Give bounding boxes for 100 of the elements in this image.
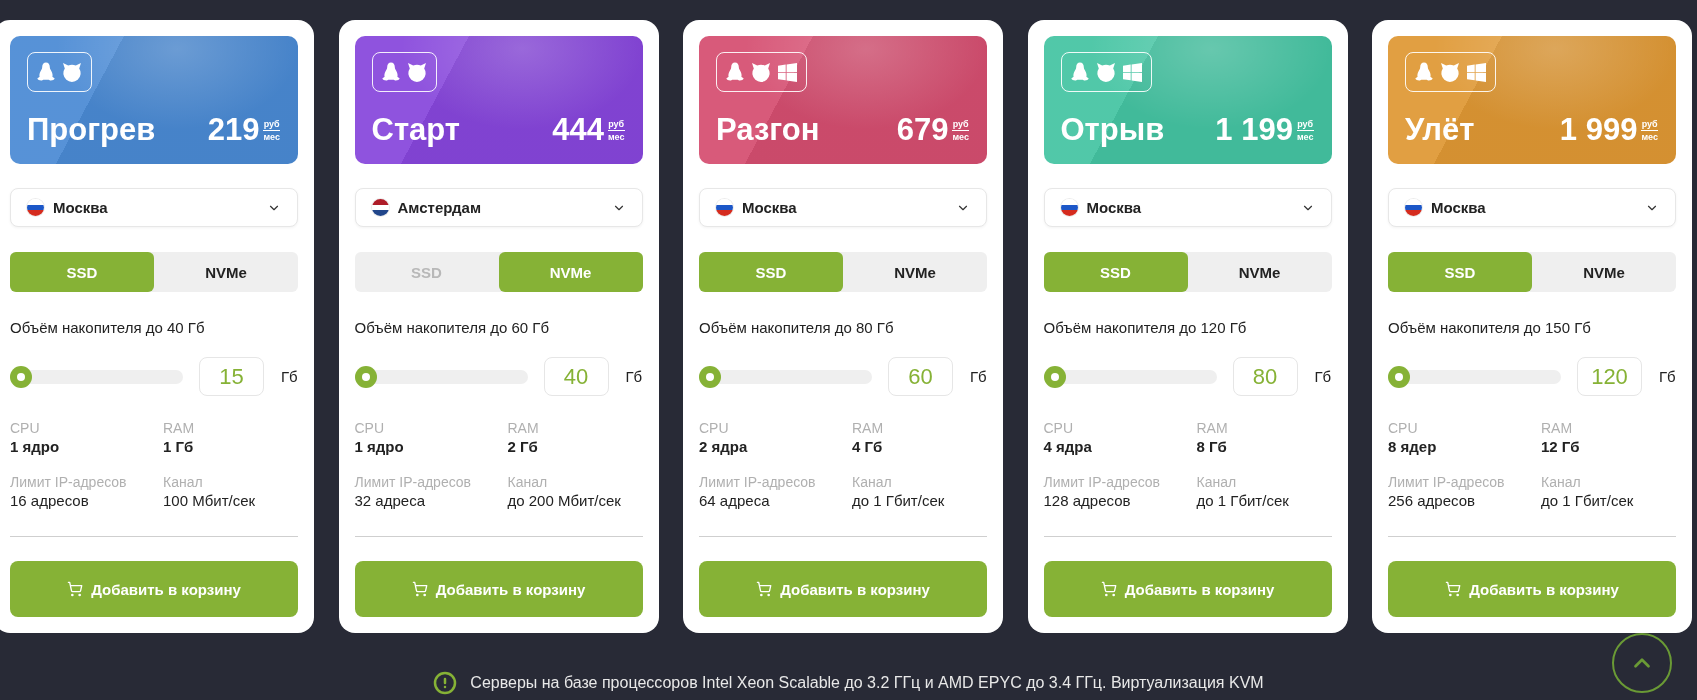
add-to-cart-button[interactable]: Добавить в корзину [1043,561,1332,617]
period-unit: мес [607,129,625,142]
storage-type-option[interactable]: SSD [1043,252,1188,292]
location-select[interactable]: Москва [699,188,987,227]
plan-price: 1 199 [1215,111,1293,149]
add-to-cart-button[interactable]: Добавить в корзину [10,561,298,617]
spec-label: Лимит IP-адресов [1388,474,1506,490]
storage-slider[interactable] [354,365,528,388]
storage-label: Объём накопителя до 40 Гб [10,318,206,338]
period-unit: мес [1641,129,1658,142]
storage-label: Объём накопителя до 150 Гб [1388,318,1592,338]
plan-name: Прогрев [27,111,156,149]
storage-slider[interactable] [1388,365,1561,388]
spec-value: 100 Мбит/сек [163,492,257,510]
flag-icon [27,199,44,216]
location-select[interactable]: Амстердам [354,188,643,227]
currency-unit: руб [607,118,625,130]
spec-value: 16 адресов [10,492,90,510]
storage-type-option[interactable]: SSD [10,252,154,292]
alert-icon [433,671,458,695]
spec-value: 12 Гб [1541,438,1581,456]
plan-price: 679 [896,111,949,149]
spec-value: до 1 Гбит/сек [1196,492,1290,510]
slider-thumb[interactable] [1388,365,1410,388]
plan-name: Отрыв [1060,111,1165,149]
devil-head-icon [751,62,771,82]
window-panes-icon [1467,62,1486,82]
spec-value: 4 ядра [1043,438,1093,456]
storage-slider[interactable] [10,365,183,388]
storage-type-option[interactable]: NVMe [843,252,987,292]
penguin-icon [1415,62,1433,82]
spec-label: RAM [1541,420,1574,436]
period-unit: мес [952,129,969,142]
storage-input[interactable]: 60 [888,357,953,396]
add-to-cart-button[interactable]: Добавить в корзину [1388,561,1676,617]
storage-unit: Гб [1659,368,1676,385]
storage-input[interactable]: 120 [1577,357,1642,396]
spec-label: RAM [507,420,540,436]
plan-price: 444 [552,111,604,149]
spec-value: 1 ядро [10,438,61,456]
spec-label: CPU [1388,420,1419,436]
spec-label: Канал [852,474,893,490]
cart-icon [756,581,773,597]
spec-label: CPU [10,420,41,436]
spec-value: 256 адресов [1388,492,1476,510]
location-select[interactable]: Москва [1043,188,1332,227]
location-select[interactable]: Москва [1388,188,1676,227]
storage-label: Объём накопителя до 120 Гб [1043,318,1248,338]
add-to-cart-button[interactable]: Добавить в корзину [699,561,987,617]
spec-value: 128 адресов [1043,492,1132,510]
add-to-cart-button[interactable]: Добавить в корзину [354,561,643,617]
penguin-icon [726,62,744,82]
spec-value: 4 Гб [852,438,884,456]
storage-type-option[interactable]: SSD [1388,252,1532,292]
cart-icon [411,581,428,597]
spec-value: 2 Гб [507,438,539,456]
storage-type-option[interactable]: NVMe [154,252,298,292]
window-panes-icon [1122,62,1142,82]
plan-price: 219 [207,111,260,149]
devil-head-icon [406,62,427,82]
penguin-icon [1070,62,1089,82]
storage-unit: Гб [970,368,987,385]
storage-input[interactable]: 40 [543,357,609,396]
cart-icon [1100,581,1117,597]
storage-type-option[interactable]: NVMe [1187,252,1332,292]
storage-type-option[interactable]: SSD [699,252,843,292]
period-unit: мес [263,129,280,142]
flag-icon [371,199,389,216]
spec-label: Канал [163,474,204,490]
plan-name: Улёт [1405,111,1475,149]
slider-thumb[interactable] [1043,365,1066,388]
spec-value: до 1 Гбит/сек [1541,492,1635,510]
storage-unit: Гб [281,368,298,385]
slider-thumb[interactable] [10,365,32,388]
flag-icon [1405,199,1422,216]
currency-unit: руб [263,118,280,130]
storage-type-option[interactable]: NVMe [498,252,643,292]
currency-unit: руб [1296,118,1314,130]
storage-input[interactable]: 15 [199,357,264,396]
storage-unit: Гб [1314,368,1332,385]
spec-label: CPU [1043,420,1075,436]
slider-thumb[interactable] [699,365,721,388]
penguin-icon [381,62,400,82]
location-select[interactable]: Москва [10,188,298,227]
slider-thumb[interactable] [354,365,377,388]
spec-label: CPU [699,420,730,436]
spec-value: 8 ядер [1388,438,1438,456]
spec-label: Канал [507,474,549,490]
flag-icon [716,199,733,216]
storage-type-option[interactable]: NVMe [1532,252,1676,292]
plan-name: Разгон [716,111,820,149]
spec-label: RAM [1196,420,1229,436]
storage-input[interactable]: 80 [1232,357,1298,396]
plan-price: 1 999 [1559,111,1638,149]
spec-label: Лимит IP-адресов [1043,474,1162,490]
storage-slider[interactable] [1043,365,1217,388]
scroll-to-top-button[interactable] [1612,633,1672,693]
spec-value: 1 Гб [163,438,195,456]
storage-label: Объём накопителя до 60 Гб [354,318,551,338]
storage-slider[interactable] [699,365,872,388]
